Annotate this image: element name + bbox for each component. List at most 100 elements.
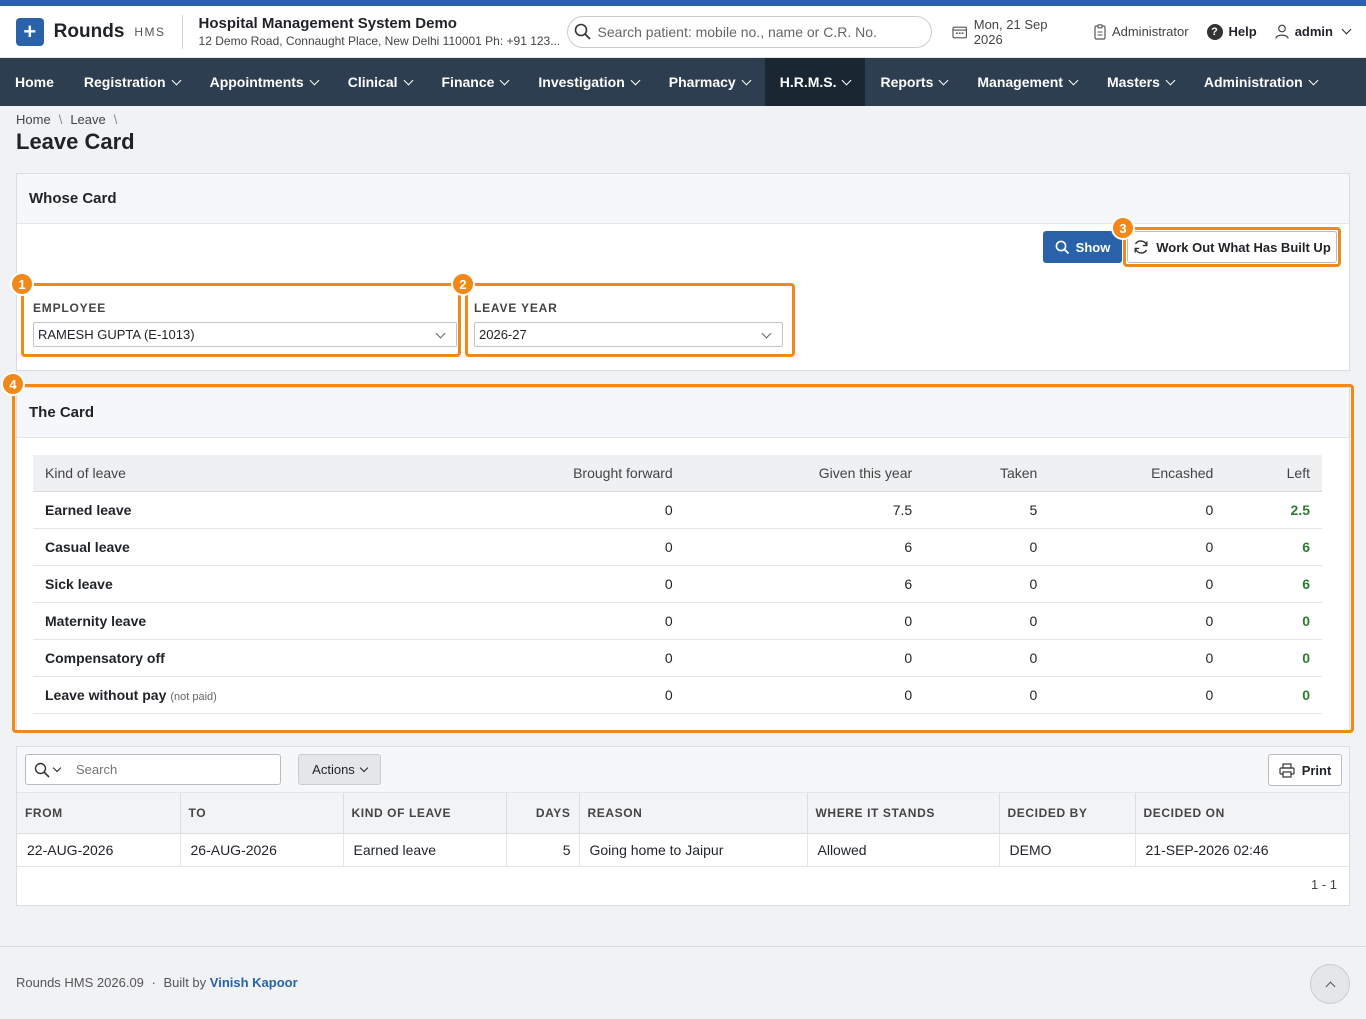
current-date: Mon, 21 Sep 2026 <box>952 17 1076 47</box>
app-header: + Rounds HMS Hospital Management System … <box>0 6 1366 58</box>
printer-icon <box>1279 762 1295 778</box>
chevron-down-icon <box>403 75 413 85</box>
nav-item-finance[interactable]: Finance <box>427 58 524 106</box>
history-search-input[interactable] <box>76 762 246 777</box>
patient-search[interactable] <box>566 15 933 48</box>
history-column-header[interactable]: REASON <box>579 793 808 834</box>
nav-item-label: Investigation <box>538 74 625 90</box>
page-footer: Rounds HMS 2026.09 · Built by Vinish Kap… <box>0 946 1366 1019</box>
nav-item-home[interactable]: Home <box>0 58 69 106</box>
nav-item-investigation[interactable]: Investigation <box>523 58 653 106</box>
chevron-up-icon <box>1325 981 1335 991</box>
history-decided-on-cell: 21-SEP-2026 02:46 <box>1135 833 1349 867</box>
leave-encashed-cell: 0 <box>1049 491 1226 529</box>
leave-taken-cell: 0 <box>924 528 1050 566</box>
leave-encashed-cell: 0 <box>1049 639 1226 677</box>
leave-year-select-value: 2026-27 <box>479 327 527 342</box>
history-column-header[interactable]: KIND OF LEAVE <box>343 793 507 834</box>
history-column-header[interactable]: WHERE IT STANDS <box>807 793 1000 834</box>
logo-plus-icon[interactable]: + <box>16 17 44 46</box>
leave-year-select[interactable]: 2026-27 <box>474 322 783 347</box>
page-title: Leave Card <box>16 129 135 154</box>
footer-version: Rounds HMS 2026.09 <box>16 975 144 990</box>
actions-menu-button[interactable]: Actions <box>298 754 381 785</box>
history-column-header[interactable]: TO <box>180 793 344 834</box>
history-column-header[interactable]: DAYS <box>506 793 580 834</box>
chevron-down-icon <box>938 75 949 85</box>
nav-item-masters[interactable]: Masters <box>1092 58 1189 106</box>
history-from-cell: 22-AUG-2026 <box>17 833 181 867</box>
nav-item-label: Management <box>977 74 1063 90</box>
nav-item-label: H.R.M.S. <box>779 74 837 90</box>
breadcrumb-home[interactable]: Home <box>16 112 51 127</box>
chevron-down-icon <box>761 328 772 339</box>
show-button[interactable]: Show <box>1043 231 1122 263</box>
card-column-header: Brought forward <box>432 455 685 492</box>
clipboard-icon <box>1094 23 1106 40</box>
help-link[interactable]: ? Help <box>1206 23 1257 40</box>
history-toolbar: Actions Print <box>17 747 1349 793</box>
leave-balance-row: Compensatory off 0 0 0 0 0 <box>33 639 1322 677</box>
user-icon <box>1275 24 1289 39</box>
chevron-down-icon <box>499 75 510 85</box>
brand-name[interactable]: Rounds <box>54 21 125 43</box>
refresh-icon <box>1134 240 1148 254</box>
print-button[interactable]: Print <box>1268 754 1342 786</box>
leave-balance-row: Sick leave 0 6 0 0 6 <box>33 565 1322 603</box>
nav-item-h-r-m-s[interactable]: H.R.M.S. <box>764 58 866 106</box>
card-column-header: Kind of leave <box>33 455 433 492</box>
chevron-down-icon <box>1068 75 1079 85</box>
leave-taken-cell: 5 <box>924 491 1050 529</box>
history-search[interactable] <box>25 754 281 785</box>
history-to-cell: 26-AUG-2026 <box>180 833 344 867</box>
leave-encashed-cell: 0 <box>1049 565 1226 603</box>
nav-item-management[interactable]: Management <box>962 58 1092 106</box>
card-column-header: Taken <box>924 455 1050 492</box>
current-date-text: Mon, 21 Sep 2026 <box>973 16 1048 47</box>
leave-balance-table: Kind of leave Brought forward Given this y… <box>33 455 1322 714</box>
leave-given-cell: 0 <box>684 676 925 714</box>
organization-address: 12 Demo Road, Connaught Place, New Delhi… <box>198 34 559 48</box>
nav-item-appointments[interactable]: Appointments <box>195 58 333 106</box>
user-menu[interactable]: admin <box>1275 24 1352 39</box>
breadcrumb-separator: \ <box>113 112 118 127</box>
nav-item-administration[interactable]: Administration <box>1189 58 1332 106</box>
history-kind-cell: Earned leave <box>343 833 507 867</box>
breadcrumb-separator: \ <box>58 112 63 127</box>
footer-built-by: Built by <box>163 975 207 990</box>
chevron-down-icon <box>1308 75 1319 85</box>
nav-item-label: Administration <box>1203 74 1303 90</box>
leave-kind: Casual leave <box>45 538 130 555</box>
nav-item-registration[interactable]: Registration <box>69 58 195 106</box>
leave-kind-note: (not paid) <box>170 690 217 703</box>
nav-item-reports[interactable]: Reports <box>865 58 962 106</box>
leave-given-cell: 0 <box>684 602 925 640</box>
history-column-header[interactable]: DECIDED BY <box>999 793 1136 834</box>
nav-item-clinical[interactable]: Clinical <box>333 58 427 106</box>
annotation-badge-2: 2 <box>451 272 475 296</box>
history-column-header[interactable]: DECIDED ON <box>1135 793 1349 834</box>
chevron-down-icon[interactable] <box>52 763 62 772</box>
patient-search-input[interactable] <box>597 23 918 40</box>
actions-label: Actions <box>312 762 355 777</box>
nav-item-label: Reports <box>880 74 934 90</box>
employee-select[interactable]: RAMESH GUPTA (E-1013) <box>33 322 457 347</box>
nav-item-label: Home <box>15 74 54 90</box>
work-out-accrual-button[interactable]: Work Out What Has Built Up <box>1127 231 1337 263</box>
header-divider <box>181 14 183 49</box>
nav-item-label: Appointments <box>209 74 304 90</box>
leave-left-cell: 2.5 <box>1225 491 1322 529</box>
scroll-to-top-button[interactable] <box>1310 964 1350 1004</box>
leave-history-region: Actions Print FROMTOKIND OF LEAVEDAYSREA… <box>16 746 1350 906</box>
organization-name: Hospital Management System Demo <box>198 15 457 32</box>
leave-bf-cell: 0 <box>432 565 685 603</box>
breadcrumb-leave[interactable]: Leave <box>70 112 105 127</box>
footer-author-link[interactable]: Vinish Kapoor <box>210 975 298 990</box>
role-switcher[interactable]: Administrator <box>1094 23 1189 40</box>
nav-item-pharmacy[interactable]: Pharmacy <box>654 58 765 106</box>
breadcrumb: Home \ Leave \ <box>16 112 117 127</box>
leave-kind-cell: Maternity leave <box>33 602 433 640</box>
leave-taken-cell: 0 <box>924 602 1050 640</box>
history-column-header[interactable]: FROM <box>17 793 181 834</box>
organization-info: Hospital Management System Demo 12 Demo … <box>199 15 559 48</box>
